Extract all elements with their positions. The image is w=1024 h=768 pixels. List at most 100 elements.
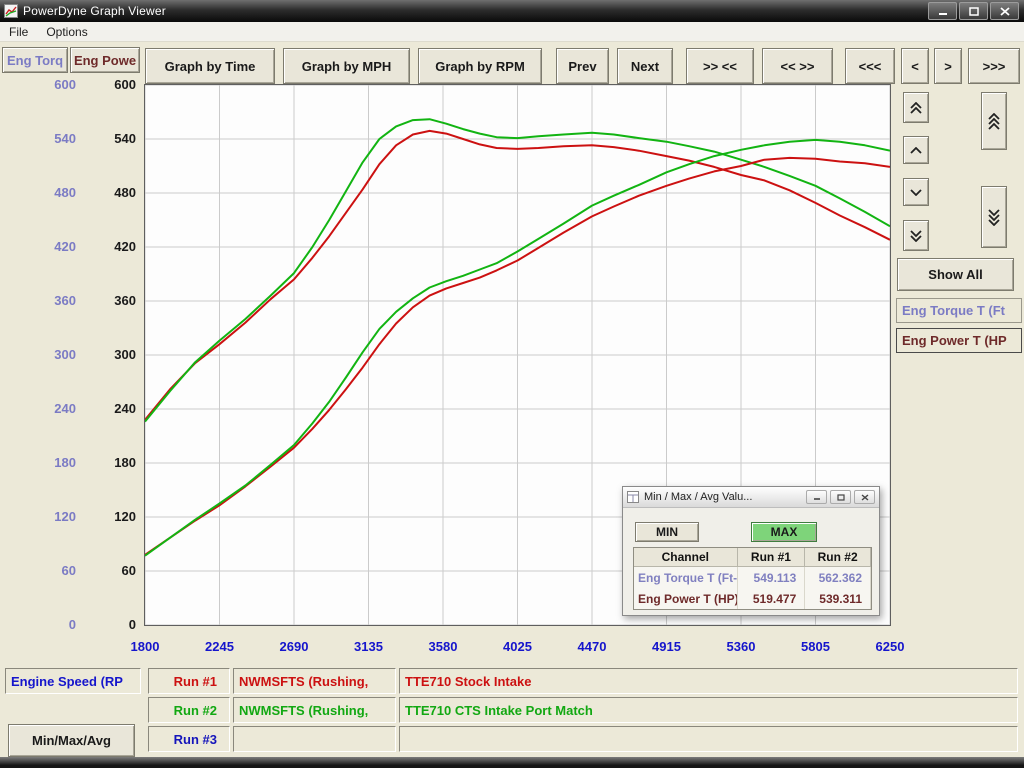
maximize-glyph [969, 7, 979, 16]
minmax-row-0: Eng Torque T (Ft-549.113562.362 [634, 567, 871, 588]
legend-torque[interactable]: Eng Torque T (Ft [896, 298, 1022, 323]
y-tick-torque: 300 [54, 347, 76, 363]
menu-item-file[interactable]: File [0, 23, 37, 41]
minmax-minimize-icon[interactable] [806, 490, 827, 504]
x-tick: 3580 [413, 639, 473, 654]
scroll-down-double-button[interactable] [903, 220, 929, 251]
x-tick: 4470 [562, 639, 622, 654]
toolbar-button-9[interactable]: > [934, 48, 962, 84]
toolbar-button-10[interactable]: >>> [968, 48, 1020, 84]
minmax-table-body: Eng Torque T (Ft-549.113562.362Eng Power… [634, 567, 871, 609]
app-icon-graphic [4, 4, 18, 18]
toolbar-button-5[interactable]: >> << [686, 48, 754, 84]
y-tick-torque: 240 [54, 401, 76, 417]
minmax-cell-channel: Eng Power T (HP) [634, 588, 738, 609]
y-tick-torque: 600 [54, 77, 76, 93]
run-dataset-1: NWMSFTS (Rushing, [233, 668, 396, 694]
chevron-up-icon [988, 123, 1000, 130]
toolbar-button-8[interactable]: < [901, 48, 929, 84]
close-glyph [861, 494, 869, 501]
toolbar-button-7[interactable]: <<< [845, 48, 895, 84]
run-dataset-3 [233, 726, 396, 752]
window-controls [928, 2, 1019, 20]
show-all-button[interactable]: Show All [897, 258, 1014, 291]
legend-power-label: Eng Power T (HP [902, 333, 1007, 348]
minmax-cell-run2: 562.362 [805, 567, 871, 588]
minmax-table: ChannelRun #1Run #2 Eng Torque T (Ft-549… [633, 547, 872, 610]
y-tick-torque: 360 [54, 293, 76, 309]
close-glyph [1000, 7, 1010, 16]
toolbar-button-3[interactable]: Prev [556, 48, 609, 84]
minmax-window-titlebar[interactable]: Min / Max / Avg Valu... [623, 487, 879, 508]
scroll-down-button[interactable] [903, 178, 929, 206]
restore-glyph [837, 494, 845, 501]
y-tick-power: 120 [114, 509, 136, 525]
minmax-header-0[interactable]: Channel [634, 548, 738, 566]
x-tick: 2245 [190, 639, 250, 654]
chevron-up-icon [910, 147, 922, 154]
y-tick-power: 540 [114, 131, 136, 147]
y-tick-power: 420 [114, 239, 136, 255]
toolbar-button-6[interactable]: << >> [762, 48, 833, 84]
toolbar-button-4[interactable]: Next [617, 48, 673, 84]
run-label-1[interactable]: Run #1 [148, 668, 230, 694]
app-icon [4, 4, 18, 18]
y-tick-power: 240 [114, 401, 136, 417]
run-description-1: TTE710 Stock Intake [399, 668, 1018, 694]
y-tick-torque: 120 [54, 509, 76, 525]
run-label-3[interactable]: Run #3 [148, 726, 230, 752]
x-tick: 5805 [786, 639, 846, 654]
minmax-window: Min / Max / Avg Valu... MIN MAX ChannelR… [622, 486, 880, 616]
toolbar-button-0[interactable]: Graph by Time [145, 48, 275, 84]
scroll-up-button[interactable] [903, 136, 929, 164]
run-dataset-2: NWMSFTS (Rushing, [233, 697, 396, 723]
menubar: FileOptions [0, 22, 1024, 42]
minimize-glyph [938, 7, 948, 16]
minmax-close-icon[interactable] [854, 490, 875, 504]
legend-power[interactable]: Eng Power T (HP [896, 328, 1022, 353]
scroll-up-double-button[interactable] [903, 92, 929, 123]
x-tick: 2690 [264, 639, 324, 654]
toolbar-button-1[interactable]: Graph by MPH [283, 48, 410, 84]
minimize-glyph [813, 494, 821, 501]
minmax-restore-icon[interactable] [830, 490, 851, 504]
min-button[interactable]: MIN [635, 522, 699, 542]
close-icon[interactable] [990, 2, 1019, 20]
x-tick: 4915 [637, 639, 697, 654]
y-tick-power: 600 [114, 77, 136, 93]
y-tick-power: 0 [129, 617, 136, 633]
maximize-icon[interactable] [959, 2, 988, 20]
toolbar-button-2[interactable]: Graph by RPM [418, 48, 542, 84]
x-tick: 4025 [488, 639, 548, 654]
chevron-down-icon [910, 235, 922, 242]
y-tick-torque: 60 [62, 563, 76, 579]
minimize-icon[interactable] [928, 2, 957, 20]
run-description-2: TTE710 CTS Intake Port Match [399, 697, 1018, 723]
minmax-cell-run1: 519.477 [738, 588, 806, 609]
x-tick: 3135 [339, 639, 399, 654]
scale-up-button[interactable] [981, 92, 1007, 150]
y-tick-torque: 180 [54, 455, 76, 471]
legend-torque-label: Eng Torque T (Ft [902, 303, 1005, 318]
chevron-down-icon [910, 189, 922, 196]
window-titlebar[interactable]: PowerDyne Graph Viewer [0, 0, 1024, 22]
x-tick: 5360 [711, 639, 771, 654]
run-label-2[interactable]: Run #2 [148, 697, 230, 723]
minmaxavg-button[interactable]: Min/Max/Avg [8, 724, 135, 757]
minmax-cell-channel: Eng Torque T (Ft- [634, 567, 738, 588]
y-tick-power: 480 [114, 185, 136, 201]
x-axis-title: Engine Speed (RP [5, 668, 141, 694]
window-bottom-edge [0, 757, 1024, 768]
minmax-window-icon [627, 491, 639, 503]
minmax-header-2[interactable]: Run #2 [805, 548, 871, 566]
y-tick-power: 180 [114, 455, 136, 471]
minmax-window-controls [806, 490, 875, 504]
run-description-3 [399, 726, 1018, 752]
max-button[interactable]: MAX [751, 522, 817, 542]
chevron-down-icon [988, 219, 1000, 226]
scale-down-button[interactable] [981, 186, 1007, 248]
minmax-cell-run2: 539.311 [805, 588, 871, 609]
minmax-header-1[interactable]: Run #1 [738, 548, 806, 566]
y-tick-torque: 0 [69, 617, 76, 633]
minmax-table-header: ChannelRun #1Run #2 [634, 548, 871, 567]
